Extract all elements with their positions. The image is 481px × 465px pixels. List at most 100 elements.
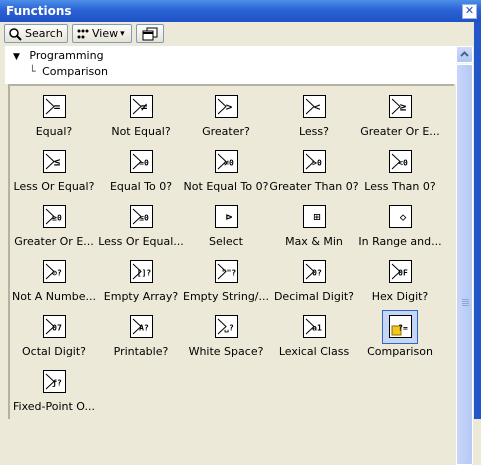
palette-item[interactable]: ≥0 Greater Or E... (10, 200, 98, 255)
svg-text:0F: 0F (398, 269, 408, 278)
palette-item-label: Not Equal? (111, 125, 171, 138)
palette-item-label: Octal Digit? (21, 345, 87, 358)
palette-item[interactable]: 0F Hex Digit? (356, 255, 444, 310)
greater-or-equal-zero-icon: ≥0 (43, 205, 66, 228)
window-title: Functions (6, 4, 72, 18)
empty-array-icon: []? (130, 260, 153, 283)
palette-item[interactable]: 0? Decimal Digit? (270, 255, 358, 310)
palette-item-label: Less Than 0? (364, 180, 436, 193)
palette-item-label: In Range and... (358, 235, 442, 248)
palette-item-label: Empty Array? (103, 290, 179, 303)
palette-item[interactable]: []? Empty Array? (97, 255, 185, 310)
expand-triangle-icon[interactable]: ▼ (13, 52, 20, 62)
svg-text:≤0: ≤0 (139, 214, 149, 223)
view-button[interactable]: View ▾ (72, 24, 132, 43)
svg-text:≤: ≤ (54, 156, 61, 169)
in-range-icon: ◇ (389, 205, 412, 228)
svg-text:<0: <0 (398, 159, 408, 168)
tree-connector-icon: └ (29, 65, 36, 78)
palette-item-label: Hex Digit? (371, 290, 429, 303)
palette-item[interactable]: ≤ Less Or Equal? (10, 145, 98, 200)
palette-item[interactable]: ≥ Greater Or E... (356, 90, 444, 145)
palette-item[interactable]: >0 Greater Than 0? (269, 145, 359, 200)
svg-text:[]?: []? (137, 269, 152, 278)
palette-item[interactable]: ≠0 Not Equal To 0? (182, 145, 270, 200)
not-a-number-icon: ⊘? (43, 260, 66, 283)
palette-item[interactable]: ◇ In Range and... (356, 200, 444, 255)
title-bar: Functions ✕ (0, 0, 481, 22)
palette-item-label: Max & Min (285, 235, 343, 248)
svg-text:≥0: ≥0 (52, 214, 62, 223)
svg-text:0?: 0? (312, 269, 322, 278)
palette-item-label: Greater Than 0? (269, 180, 359, 193)
search-label: Search (25, 27, 63, 40)
search-button[interactable]: Search (4, 24, 68, 43)
less-than-zero-icon: <0 (389, 150, 412, 173)
scroll-up-arrow-icon (460, 51, 469, 57)
less-or-equal-icon: ≤ (43, 150, 66, 173)
window-restore-icon (142, 27, 158, 40)
svg-text:=: = (54, 101, 61, 114)
equal-icon: = (43, 95, 66, 118)
svg-text:a1: a1 (312, 324, 322, 333)
palette-item-label: Comparison (367, 345, 433, 358)
svg-text:≠: ≠ (141, 101, 148, 114)
palette-item[interactable]: < Less? (270, 90, 358, 145)
not-equal-icon: ≠ (130, 95, 153, 118)
scroll-up-button[interactable] (456, 46, 473, 63)
svg-text:""?: ""? (222, 269, 237, 278)
palette-item[interactable]: ""? Empty String/... (182, 255, 270, 310)
close-button[interactable]: ✕ (462, 4, 477, 19)
palette-item[interactable]: ?= Comparison (356, 310, 444, 365)
palette-item[interactable]: ≠ Not Equal? (97, 90, 185, 145)
palette-item[interactable]: A? Printable? (97, 310, 185, 365)
palette-item-label: Fixed-Point O... (13, 400, 95, 413)
octal-digit-icon: 07 (43, 315, 66, 338)
svg-text:A?: A? (139, 324, 149, 333)
lexical-class-icon: a1 (303, 315, 326, 338)
svg-text:=0: =0 (139, 159, 149, 168)
not-equal-to-zero-icon: ≠0 (215, 150, 238, 173)
select-icon: ⊳ (215, 205, 238, 228)
svg-text:◇: ◇ (400, 211, 407, 224)
palette-item-label: Decimal Digit? (273, 290, 355, 303)
fixed-point-overflow-icon: ƒ? (43, 370, 66, 393)
palette-item-label: Not A Numbe... (12, 290, 96, 303)
greater-or-equal-icon: ≥ (389, 95, 412, 118)
palette-item-label: Printable? (113, 345, 169, 358)
greater-than-zero-icon: >0 (303, 150, 326, 173)
palette-item[interactable]: =0 Equal To 0? (97, 145, 185, 200)
scroll-thumb[interactable] (456, 64, 473, 465)
palette-item[interactable]: = Equal? (10, 90, 98, 145)
tree-label-programming: Programming (29, 49, 104, 62)
palette-item[interactable]: > Greater? (182, 90, 270, 145)
palette-grid: = Equal? ≠ Not Equal? > Greater? < Less? ≥ Greate… (8, 84, 454, 419)
view-label: View (92, 27, 119, 40)
palette-item[interactable]: ⊞ Max & Min (270, 200, 358, 255)
svg-text:≥: ≥ (400, 101, 407, 114)
svg-text:07: 07 (52, 324, 62, 333)
tree-item-comparison[interactable]: └ Comparison (29, 65, 108, 78)
greater-icon: > (215, 95, 238, 118)
tree-item-programming[interactable]: ▼ Programming (13, 49, 104, 62)
svg-text:⊞: ⊞ (314, 211, 321, 224)
palette-item[interactable]: ␣? White Space? (182, 310, 270, 365)
palette-item-label: Greater Or E... (14, 235, 94, 248)
vertical-scrollbar[interactable] (456, 46, 473, 465)
svg-text:⊘?: ⊘? (52, 269, 62, 278)
palette-item[interactable]: 07 Octal Digit? (10, 310, 98, 365)
palette-item-label: Empty String/... (183, 290, 269, 303)
view-icon (77, 29, 89, 38)
svg-text:<: < (314, 101, 321, 114)
palette-item[interactable]: ⊘? Not A Numbe... (10, 255, 98, 310)
restore-palette-button[interactable] (136, 24, 164, 43)
palette-item[interactable]: ƒ? Fixed-Point O... (10, 365, 98, 420)
svg-text:>: > (226, 101, 233, 114)
palette-item[interactable]: ≤0 Less Or Equal... (97, 200, 185, 255)
palette-item-label: White Space? (188, 345, 264, 358)
palette-item[interactable]: <0 Less Than 0? (356, 145, 444, 200)
palette-item[interactable]: a1 Lexical Class (270, 310, 358, 365)
palette-item[interactable]: ⊳ Select (182, 200, 270, 255)
palette-item-label: Less? (298, 125, 329, 138)
comparison-palette-icon: ?= (389, 315, 412, 338)
